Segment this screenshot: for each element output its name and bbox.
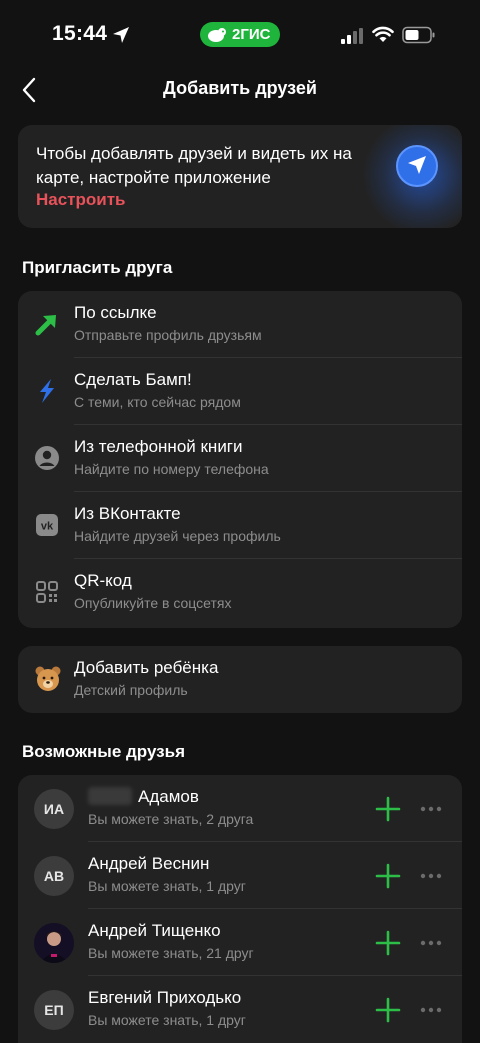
contact-person-icon xyxy=(35,446,59,470)
row-title: Добавить ребёнка xyxy=(74,658,219,677)
app-badge-label: 2ГИС xyxy=(232,26,271,43)
status-bar: 15:44 2ГИС xyxy=(0,0,480,70)
friend-row[interactable]: Андрей Тищенко Вы можете знать, 21 друг xyxy=(18,909,462,976)
friend-name: Андрей Тищенко xyxy=(88,921,221,940)
add-child-item[interactable]: Добавить ребёнка Детский профиль xyxy=(18,646,462,713)
location-arrow-icon xyxy=(113,27,129,43)
page-title: Добавить друзей xyxy=(163,78,317,98)
invite-section-title: Пригласить друга xyxy=(22,258,173,277)
friends-card: ИА Адамов Вы можете знать, 2 друга АВ Ан… xyxy=(18,775,462,1043)
more-options-icon[interactable] xyxy=(420,1006,442,1014)
row-title: Из ВКонтакте xyxy=(74,504,181,523)
friend-mutuals: Вы можете знать, 1 друг xyxy=(88,1012,246,1028)
friend-row[interactable]: ИА Адамов Вы можете знать, 2 друга xyxy=(18,775,462,842)
friend-row[interactable]: ЕП Евгений Приходько Вы можете знать, 1 … xyxy=(18,976,462,1043)
location-pointer-icon xyxy=(396,145,438,187)
battery-icon xyxy=(402,26,435,44)
friend-name: Евгений Приходько xyxy=(88,988,242,1007)
row-title: Сделать Бамп! xyxy=(74,370,192,389)
more-options-icon[interactable] xyxy=(420,872,442,880)
bear-icon xyxy=(35,666,61,691)
friend-row[interactable]: АВ Андрей Веснин Вы можете знать, 1 друг xyxy=(18,842,462,909)
row-subtitle: Отправьте профиль друзьям xyxy=(74,327,262,343)
vk-icon: vk xyxy=(36,514,58,536)
add-friend-plus-icon[interactable] xyxy=(374,795,402,823)
row-subtitle: Найдите друзей через профиль xyxy=(74,528,281,544)
avatar: ЕП xyxy=(34,990,74,1030)
add-friend-plus-icon[interactable] xyxy=(374,929,402,957)
row-subtitle: С теми, кто сейчас рядом xyxy=(74,394,241,410)
cellular-signal-icon xyxy=(341,28,363,44)
add-friend-plus-icon[interactable] xyxy=(374,862,402,890)
banner-text: Чтобы добавлять друзей и видеть их на ка… xyxy=(36,144,352,187)
avatar-photo-image xyxy=(34,923,74,963)
more-options-icon[interactable] xyxy=(420,805,442,813)
vk-item[interactable]: vk Из ВКонтакте Найдите друзей через про… xyxy=(18,492,462,559)
invite-card: По ссылке Отправьте профиль друзьям Сдел… xyxy=(18,291,462,628)
app-return-badge[interactable]: 2ГИС xyxy=(200,22,280,47)
bump-item[interactable]: Сделать Бамп! С теми, кто сейчас рядом xyxy=(18,358,462,425)
row-subtitle: Найдите по номеру телефона xyxy=(74,461,269,477)
qr-code-item[interactable]: QR-код Опубликуйте в соцсетях xyxy=(18,559,462,626)
friend-name: Андрей Веснин xyxy=(88,854,210,873)
friend-mutuals: Вы можете знать, 1 друг xyxy=(88,878,246,894)
friend-mutuals: Вы можете знать, 2 друга xyxy=(88,811,254,827)
dog-logo-icon xyxy=(208,27,226,42)
wifi-icon xyxy=(372,26,394,42)
friend-last-name: Адамов xyxy=(138,787,199,806)
row-subtitle: Опубликуйте в соцсетях xyxy=(74,595,232,611)
redacted-first-name xyxy=(88,787,132,805)
phonebook-item[interactable]: Из телефонной книги Найдите по номеру те… xyxy=(18,425,462,492)
row-title: Из телефонной книги xyxy=(74,437,243,456)
friend-mutuals: Вы можете знать, 21 друг xyxy=(88,945,254,961)
friends-section-title: Возможные друзья xyxy=(22,742,185,761)
setup-banner[interactable]: Чтобы добавлять друзей и видеть их на ка… xyxy=(18,125,462,228)
add-friend-plus-icon[interactable] xyxy=(374,996,402,1024)
status-time: 15:44 xyxy=(52,22,108,45)
invite-by-link-item[interactable]: По ссылке Отправьте профиль друзьям xyxy=(18,291,462,358)
avatar-photo xyxy=(34,923,74,963)
green-arrow-icon xyxy=(35,315,56,336)
row-subtitle: Детский профиль xyxy=(74,682,188,698)
avatar: АВ xyxy=(34,856,74,896)
svg-text:vk: vk xyxy=(41,521,54,533)
add-child-card[interactable]: Добавить ребёнка Детский профиль xyxy=(18,646,462,713)
row-title: QR-код xyxy=(74,571,132,590)
row-title: По ссылке xyxy=(74,303,157,322)
more-options-icon[interactable] xyxy=(420,939,442,947)
avatar: ИА xyxy=(34,789,74,829)
qr-code-icon xyxy=(36,581,58,603)
lightning-icon xyxy=(40,379,54,403)
friend-name: Адамов xyxy=(88,787,199,807)
setup-button[interactable]: Настроить xyxy=(36,190,126,210)
